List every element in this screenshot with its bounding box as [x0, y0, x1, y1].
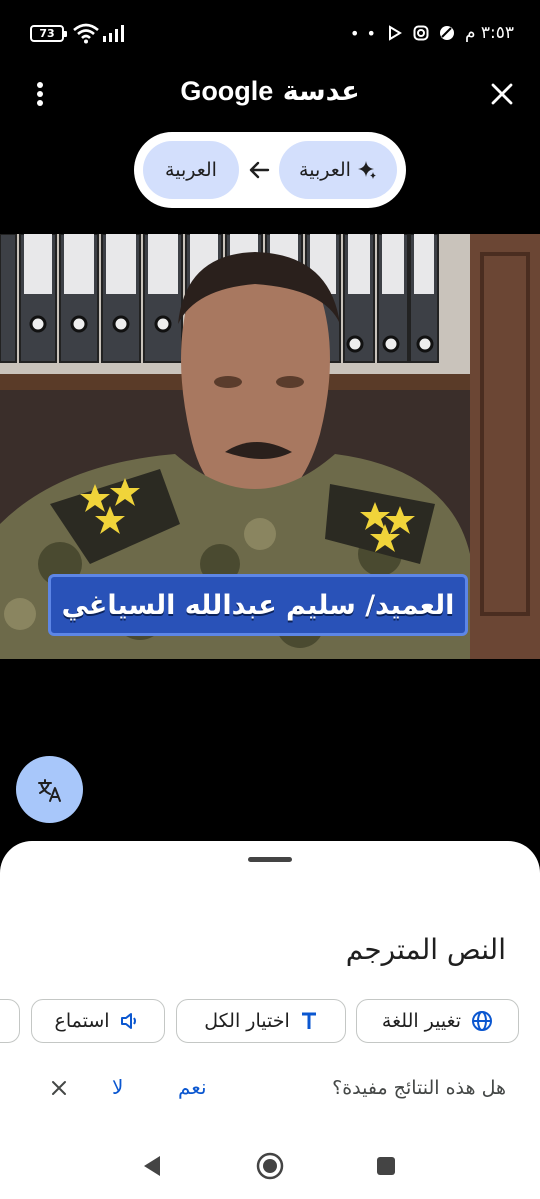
battery-indicator: 73 [30, 25, 67, 42]
title-brand: Google [180, 76, 274, 106]
sheet-drag-handle[interactable] [248, 857, 292, 862]
back-icon[interactable] [142, 1154, 162, 1178]
wifi-icon [73, 23, 99, 44]
change-language-chip[interactable]: تغيير اللغة [356, 999, 519, 1043]
more-chip-partial[interactable] [0, 999, 20, 1043]
app-title: عدسة Google [0, 76, 540, 107]
system-nav-bar [0, 1136, 540, 1199]
status-right: • • ٣:٥٣ م [350, 21, 514, 45]
home-icon[interactable] [256, 1152, 284, 1180]
select-all-chip[interactable]: اختيار الكل [176, 999, 346, 1043]
speaker-icon [120, 1011, 142, 1031]
feedback-no-button[interactable]: لا [112, 1075, 123, 1099]
translate-fab[interactable] [16, 756, 83, 823]
recents-icon[interactable] [376, 1156, 396, 1176]
target-language-label: العربية [165, 159, 217, 181]
change-language-label: تغيير اللغة [381, 1010, 462, 1032]
image-caption[interactable]: العميد/ سليم عبدالله السياغي [48, 574, 468, 636]
close-icon [491, 83, 513, 105]
source-language-button[interactable]: العربية [279, 141, 397, 199]
language-selector: العربية العربية [134, 132, 406, 208]
app-notification-icon [439, 26, 454, 40]
clock: ٣:٥٣ م [464, 23, 514, 43]
feedback-yes-button[interactable]: نعم [178, 1075, 207, 1099]
feedback-question: هل هذه النتائج مفيدة؟ [332, 1077, 506, 1099]
overflow-dots: • • [349, 23, 377, 43]
lens-header: عدسة Google [0, 66, 540, 122]
close-icon [52, 1081, 66, 1095]
status-bar: 73 • • ٣:٥٣ م [0, 0, 540, 66]
feedback-dismiss-button[interactable] [46, 1075, 72, 1101]
signal-icon [103, 25, 124, 42]
listen-chip[interactable]: استماع [31, 999, 165, 1043]
captured-image[interactable]: العميد/ سليم عبدالله السياغي [0, 234, 540, 659]
translate-icon [37, 778, 61, 802]
sparkle-icon [357, 161, 376, 179]
source-language-label: العربية [299, 159, 351, 181]
text-icon [300, 1011, 318, 1031]
listen-label: استماع [54, 1010, 110, 1032]
title-word: عدسة [282, 76, 360, 107]
globe-icon [471, 1010, 493, 1032]
instagram-icon [413, 25, 429, 41]
select-all-label: اختيار الكل [204, 1010, 290, 1032]
play-store-icon [388, 25, 402, 41]
target-language-button[interactable]: العربية [143, 141, 239, 199]
translated-text-heading: النص المترجم [345, 933, 506, 966]
arrow-left-icon [249, 161, 270, 179]
close-button[interactable] [482, 74, 522, 114]
